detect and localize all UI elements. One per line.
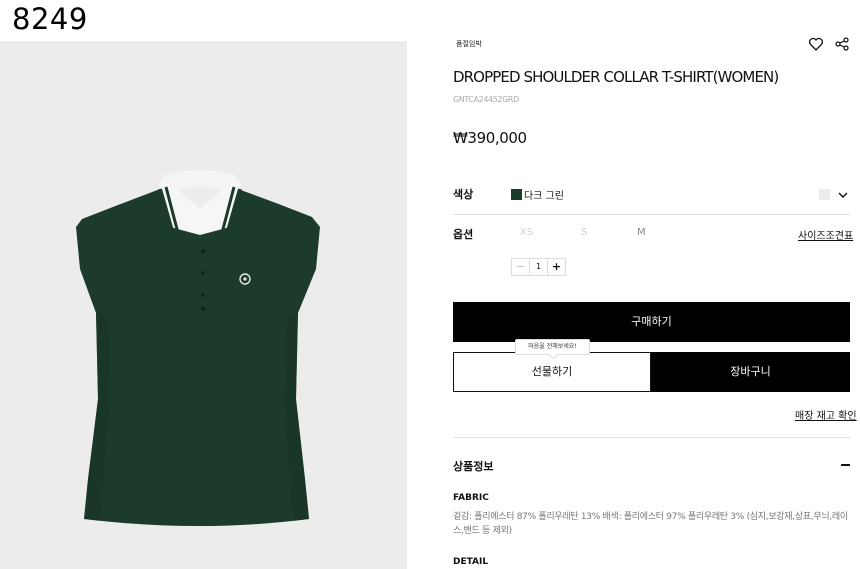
size-guide-link[interactable]: 사이즈조견표: [798, 227, 853, 242]
fabric-heading: FABRIC: [453, 493, 489, 503]
color-swatch: [511, 189, 522, 200]
size-option-m[interactable]: M: [637, 227, 646, 238]
polo-shirt-illustration: [76, 170, 320, 526]
page-number: 8249: [12, 2, 88, 36]
quantity-stepper: − 1 +: [511, 258, 566, 276]
color-thumb[interactable]: [819, 189, 830, 200]
buy-button[interactable]: 구매하기: [453, 302, 850, 342]
product-title: DROPPED SHOULDER COLLAR T-SHIRT(WOMEN): [453, 68, 779, 86]
fabric-text: 겉감: 폴리에스터 87% 폴리우레탄 13% 배색: 폴리에스터 97% 폴리…: [453, 512, 848, 536]
gift-tooltip: 마음을 전해보세요!: [515, 339, 590, 355]
size-option-s[interactable]: S: [581, 227, 587, 238]
stock-badge: 품절임박: [456, 40, 482, 48]
product-info-panel: 품절임박 DROPPED SHOULDER COLLAR T-SHIRT(WOM…: [453, 0, 857, 569]
product-code: GNTCA24452GRD: [453, 95, 519, 104]
size-option-xs[interactable]: XS: [520, 227, 533, 238]
color-selector[interactable]: 색상 다크 그린: [453, 177, 850, 215]
divider: [453, 437, 850, 438]
heart-icon[interactable]: [808, 36, 824, 52]
plus-button[interactable]: +: [547, 259, 565, 275]
collapse-icon[interactable]: [841, 464, 850, 466]
store-stock-link[interactable]: 매장 재고 확인: [795, 407, 857, 422]
detail-heading: DETAIL: [453, 557, 489, 567]
quantity-value[interactable]: 1: [530, 259, 547, 275]
color-label: 색상: [453, 188, 474, 201]
product-price: ₩390,000: [453, 129, 527, 147]
chevron-down-icon[interactable]: [837, 189, 849, 201]
cart-button[interactable]: 장바구니: [651, 352, 850, 392]
product-info-heading[interactable]: 상품정보: [453, 458, 493, 474]
minus-icon[interactable]: −: [512, 259, 530, 275]
option-label: 옵션: [453, 228, 474, 241]
share-icon[interactable]: [834, 36, 850, 52]
product-image[interactable]: [0, 41, 407, 569]
color-name: 다크 그린: [524, 191, 564, 202]
